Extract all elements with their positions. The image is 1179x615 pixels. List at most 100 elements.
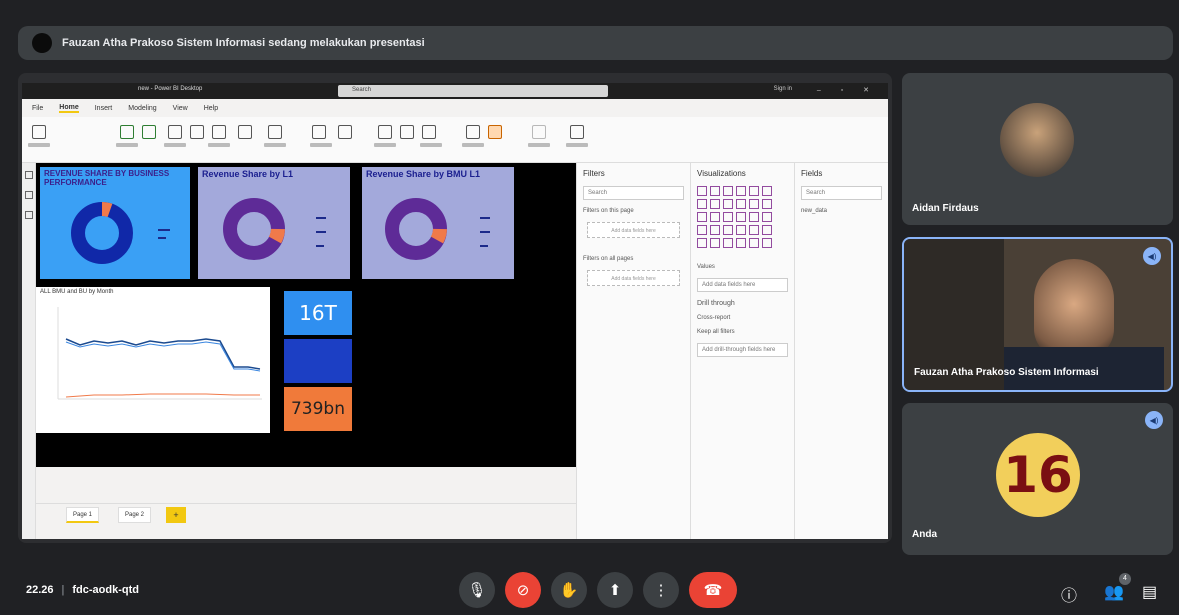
- people-icon[interactable]: 👥: [1104, 582, 1124, 602]
- hand-icon: ✋: [559, 582, 579, 599]
- video-person: [1034, 259, 1114, 359]
- visualizations-pane: Visualizations Values Add data fields he…: [690, 163, 794, 539]
- viz-header: Visualizations: [697, 169, 746, 178]
- meeting-code: fdc-aodk-qtd: [72, 584, 139, 596]
- new-visual-icon[interactable]: [378, 125, 392, 139]
- excel-icon[interactable]: [142, 125, 156, 139]
- meeting-time: 22.26: [26, 584, 54, 596]
- speaking-icon: ◀): [1143, 247, 1161, 265]
- kpi-card-3[interactable]: 739bn: [284, 387, 352, 431]
- tab-page-2[interactable]: Page 2: [118, 507, 152, 523]
- presentation-banner: Fauzan Atha Prakoso Sistem Informasi sed…: [18, 26, 1173, 60]
- powerbi-window: new - Power BI Desktop Search Sign in – …: [22, 83, 888, 539]
- add-page-button[interactable]: +: [166, 507, 186, 523]
- pbi-menu-bar: File Home Insert Modeling View Help: [22, 99, 888, 117]
- filters-this-page-drop[interactable]: Add data fields here: [587, 222, 680, 238]
- refresh-icon[interactable]: [338, 125, 352, 139]
- shared-screen: new - Power BI Desktop Search Sign in – …: [18, 73, 892, 543]
- bu-donut-card[interactable]: REVENUE SHARE BY BUSINESS PERFORMANCE: [40, 167, 190, 279]
- l1-donut-chart: [223, 198, 326, 260]
- mic-button[interactable]: 🎙: [459, 572, 495, 608]
- recent-sources-icon[interactable]: [268, 125, 282, 139]
- participant-tile-fauzan[interactable]: ◀) Fauzan Atha Prakoso Sistem Informasi: [902, 237, 1173, 392]
- kpi-card-1[interactable]: 16T: [284, 291, 352, 335]
- pbi-search-placeholder: Search: [352, 87, 372, 93]
- menu-home[interactable]: Home: [59, 104, 79, 113]
- report-canvas[interactable]: REVENUE SHARE BY BUSINESS PERFORMANCE Re…: [36, 163, 576, 467]
- presenter-avatar: [32, 33, 52, 53]
- bottom-control-bar: 22.26 | fdc-aodk-qtd 🎙 ⊘ ✋ ⬆ ⋮ ☎ ⓘ 👥 4 ▤: [0, 560, 1179, 615]
- model-view-icon[interactable]: [25, 211, 33, 219]
- tab-page-1[interactable]: Page 1: [66, 507, 100, 523]
- meeting-info: 22.26 | fdc-aodk-qtd: [26, 584, 139, 596]
- new-measure-icon[interactable]: [466, 125, 480, 139]
- menu-insert[interactable]: Insert: [95, 105, 113, 112]
- camera-off-icon: ⊘: [516, 582, 530, 599]
- viz-values-drop[interactable]: Add data fields here: [697, 278, 788, 292]
- sensitivity-icon[interactable]: [532, 125, 546, 139]
- pbi-titlebar: new - Power BI Desktop Search Sign in – …: [22, 83, 888, 99]
- leave-call-button[interactable]: ☎: [689, 572, 737, 608]
- info-icon[interactable]: ⓘ: [1061, 582, 1077, 606]
- viz-cross-report[interactable]: Cross-report: [691, 311, 794, 325]
- more-options-button[interactable]: ⋮: [643, 572, 679, 608]
- sql-server-icon[interactable]: [190, 125, 204, 139]
- fields-header: Fields: [801, 169, 823, 178]
- filters-all-pages-drop[interactable]: Add data fields here: [587, 270, 680, 286]
- present-button[interactable]: ⬆: [597, 572, 633, 608]
- quick-measure-icon[interactable]: [488, 125, 502, 139]
- pbi-view-switcher: [22, 163, 36, 539]
- fields-search-label: Search: [806, 190, 826, 196]
- filters-search[interactable]: Search: [583, 186, 684, 200]
- fields-search[interactable]: Search: [801, 186, 882, 200]
- data-view-icon[interactable]: [25, 191, 33, 199]
- viz-icon-grid: [691, 182, 794, 252]
- raise-hand-button[interactable]: ✋: [551, 572, 587, 608]
- speaking-icon: ◀): [1145, 411, 1163, 429]
- pbi-window-title: new - Power BI Desktop: [138, 86, 203, 92]
- fields-table-item[interactable]: new_data: [795, 204, 888, 218]
- publish-icon[interactable]: [570, 125, 584, 139]
- viz-drill-drop[interactable]: Add drill-through fields here: [697, 343, 788, 357]
- chat-icon[interactable]: ▤: [1142, 582, 1157, 602]
- fields-pane: Fields Search new_data: [794, 163, 888, 539]
- powerbi-datasets-icon[interactable]: [168, 125, 182, 139]
- line-chart: [57, 307, 262, 400]
- menu-file[interactable]: File: [32, 105, 43, 112]
- present-icon: ⬆: [608, 582, 622, 599]
- filters-search-label: Search: [588, 190, 608, 196]
- viz-keep-filters[interactable]: Keep all filters: [691, 325, 794, 339]
- filters-header: Filters: [583, 169, 605, 178]
- pbi-sign-in[interactable]: Sign in: [774, 86, 792, 92]
- transform-data-icon[interactable]: [312, 125, 326, 139]
- menu-view[interactable]: View: [173, 105, 188, 112]
- avatar: [1000, 103, 1074, 177]
- pbi-window-controls[interactable]: – ▫ ✕: [817, 86, 878, 94]
- participant-tile-self[interactable]: ◀) 16 Anda: [902, 403, 1173, 555]
- filters-all-pages-label: Filters on all pages: [583, 256, 634, 262]
- meeting-separator: |: [61, 584, 65, 596]
- l1-donut-card[interactable]: Revenue Share by L1: [198, 167, 350, 279]
- line-chart-card[interactable]: ALL BMU and BU by Month: [36, 287, 270, 433]
- pbi-search-box[interactable]: Search: [338, 85, 608, 97]
- camera-button[interactable]: ⊘: [505, 572, 541, 608]
- page-tabs: Page 1 Page 2 +: [36, 503, 576, 525]
- viz-values-label: Values: [697, 264, 715, 270]
- enter-data-icon[interactable]: [212, 125, 226, 139]
- kpi-card-2[interactable]: [284, 339, 352, 383]
- menu-modeling[interactable]: Modeling: [128, 105, 156, 112]
- participant-count-badge: 4: [1119, 573, 1131, 585]
- bmu-donut-card[interactable]: Revenue Share by BMU L1: [362, 167, 514, 279]
- paste-icon[interactable]: [32, 125, 46, 139]
- kpi-value-1: 16T: [299, 301, 337, 325]
- participant-tile-aidan[interactable]: Aidan Firdaus: [902, 73, 1173, 225]
- text-box-icon[interactable]: [400, 125, 414, 139]
- avatar: 16: [996, 433, 1080, 517]
- menu-help[interactable]: Help: [204, 105, 218, 112]
- more-visuals-icon[interactable]: [422, 125, 436, 139]
- get-data-icon[interactable]: [120, 125, 134, 139]
- hang-up-icon: ☎: [703, 582, 723, 599]
- viz-drill-header: Drill through: [697, 300, 735, 307]
- dataverse-icon[interactable]: [238, 125, 252, 139]
- report-view-icon[interactable]: [25, 171, 33, 179]
